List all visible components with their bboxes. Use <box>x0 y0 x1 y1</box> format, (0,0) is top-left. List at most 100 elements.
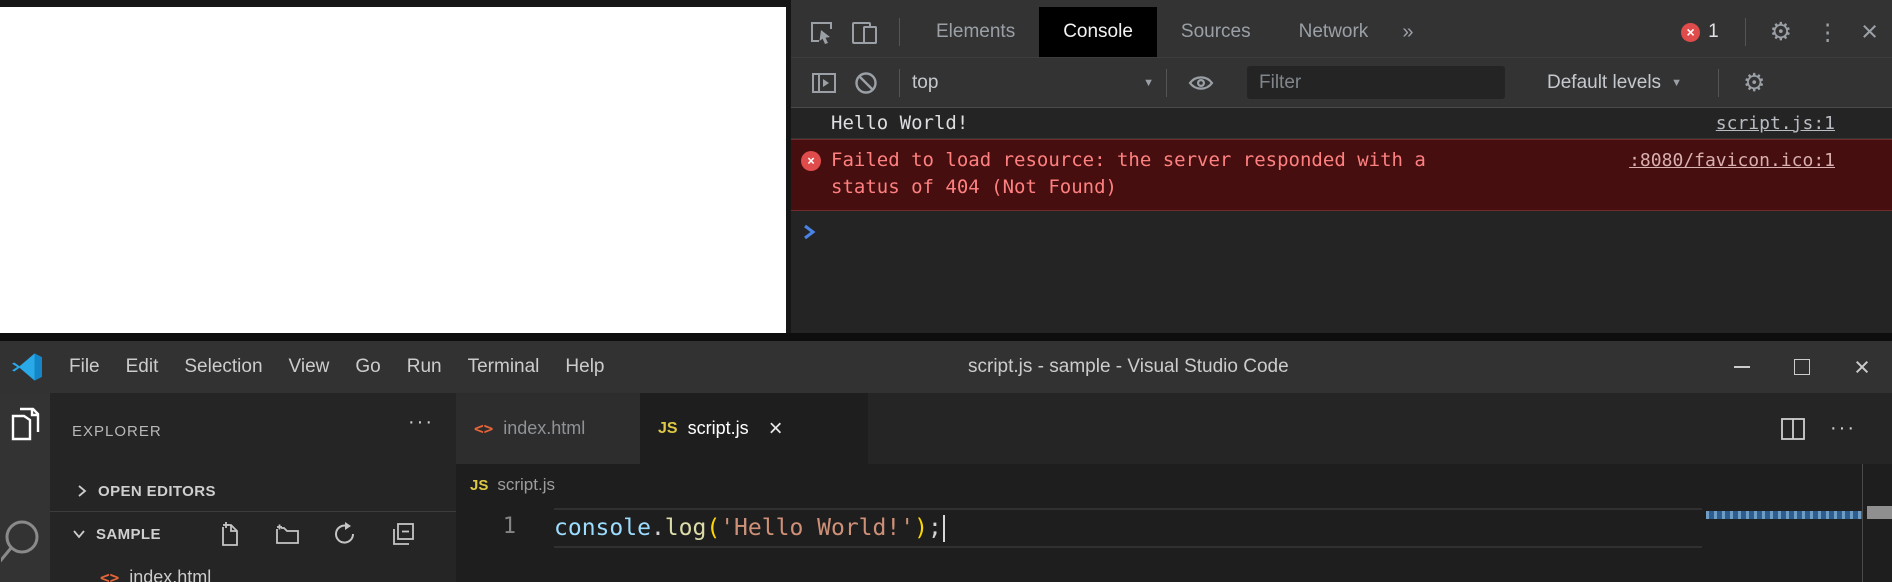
maximize-icon[interactable] <box>1772 341 1832 393</box>
code-editor: JS script.js 1 console.log('Hello World!… <box>456 464 1892 582</box>
console-sidebar-icon[interactable] <box>811 71 837 95</box>
inspect-element-icon[interactable] <box>809 19 835 45</box>
chevron-right-icon <box>76 484 88 498</box>
menu-view[interactable]: View <box>276 341 343 393</box>
editor-actions: ··· <box>1780 393 1892 464</box>
file-item-index-html[interactable]: <> index.html <box>50 557 456 582</box>
window-controls: × <box>1712 341 1892 393</box>
code-line-1[interactable]: console.log('Hello World!'); <box>554 508 1702 548</box>
file-item-label: index.html <box>129 567 211 582</box>
devtools-settings-gear-icon[interactable]: ⚙ <box>1770 17 1792 47</box>
devtools-kebab-menu-icon[interactable]: ⋮ <box>1816 19 1839 46</box>
log-levels-selector[interactable]: Default levels ▼ <box>1547 72 1682 94</box>
refresh-icon[interactable] <box>332 521 358 547</box>
toolbar-divider <box>1718 69 1719 97</box>
devtools-tab-sources[interactable]: Sources <box>1157 7 1275 57</box>
javascript-context-selector[interactable]: top ▼ <box>912 72 1154 94</box>
error-badge-icon: × <box>1681 23 1700 42</box>
tab-script-js[interactable]: JS script.js × <box>640 393 868 464</box>
console-settings-gear-icon[interactable]: ⚙ <box>1743 68 1765 98</box>
menu-bar: File Edit Selection View Go Run Terminal… <box>56 341 618 393</box>
explorer-sidebar: EXPLORER ··· OPEN EDITORS SAMPLE <box>50 393 456 582</box>
vscode-window: File Edit Selection View Go Run Terminal… <box>0 341 1892 582</box>
chevron-down-icon: ▼ <box>1143 77 1154 89</box>
breadcrumb[interactable]: JS script.js <box>456 470 555 500</box>
code-token: . <box>651 515 665 541</box>
console-source-link[interactable]: script.js:1 <box>1716 113 1835 134</box>
menu-go[interactable]: Go <box>342 341 393 393</box>
console-messages-area: Hello World! script.js:1 × Failed to loa… <box>791 108 1892 333</box>
sidebar-title: EXPLORER <box>72 423 162 440</box>
text-cursor <box>943 515 945 542</box>
window-gap <box>0 333 1892 341</box>
menu-help[interactable]: Help <box>552 341 617 393</box>
console-toolbar: top ▼ Default levels ▼ ⚙ <box>791 57 1892 108</box>
console-log-row: Hello World! script.js:1 <box>791 108 1892 139</box>
error-badge-count: 1 <box>1708 21 1719 43</box>
devtools-close-icon[interactable]: × <box>1861 18 1878 47</box>
context-selector-value: top <box>912 72 938 94</box>
vscode-body: EXPLORER ··· OPEN EDITORS SAMPLE <box>0 393 1892 582</box>
toolbar-divider <box>1166 69 1167 97</box>
code-token: ( <box>706 515 720 541</box>
menu-edit[interactable]: Edit <box>113 341 172 393</box>
devtools-tabbar: Elements Console Sources Network » × 1 ⚙… <box>791 7 1892 57</box>
log-levels-value: Default levels <box>1547 72 1661 94</box>
new-folder-icon[interactable] <box>274 521 300 547</box>
editor-more-actions-icon[interactable]: ··· <box>1830 417 1856 440</box>
error-count-badge[interactable]: × 1 <box>1681 21 1719 43</box>
console-error-text: Failed to load resource: the server resp… <box>831 147 1449 201</box>
console-log-text: Hello World! <box>831 112 968 134</box>
line-number: 1 <box>492 514 516 539</box>
menu-selection[interactable]: Selection <box>171 341 275 393</box>
js-file-icon: JS <box>470 477 488 494</box>
minimap[interactable] <box>1706 511 1862 519</box>
tab-close-icon[interactable]: × <box>769 417 783 441</box>
code-token: console <box>554 515 651 541</box>
code-token: 'Hello World!' <box>720 515 914 541</box>
tab-index-html[interactable]: <> index.html <box>456 393 640 464</box>
vscode-titlebar: File Edit Selection View Go Run Terminal… <box>0 341 1892 393</box>
devtools-tab-elements[interactable]: Elements <box>912 7 1039 57</box>
console-prompt[interactable] <box>791 211 1892 241</box>
chevron-down-icon <box>72 528 86 540</box>
chevron-down-icon: ▼ <box>1671 77 1682 89</box>
search-icon[interactable] <box>1 517 45 582</box>
clear-console-icon[interactable] <box>853 70 879 96</box>
console-filter-input[interactable] <box>1247 66 1505 99</box>
devtools-tab-console[interactable]: Console <box>1039 7 1157 57</box>
console-error-row: × Failed to load resource: the server re… <box>791 139 1892 211</box>
section-open-editors[interactable]: OPEN EDITORS <box>50 471 456 512</box>
breadcrumb-file: script.js <box>497 475 555 495</box>
menu-run[interactable]: Run <box>394 341 455 393</box>
code-token: ; <box>928 515 942 541</box>
prompt-chevron-icon <box>801 223 817 241</box>
editor-scrollbar[interactable] <box>1867 506 1892 519</box>
menu-file[interactable]: File <box>56 341 113 393</box>
live-expression-eye-icon[interactable] <box>1187 71 1215 95</box>
window-close-icon[interactable]: × <box>1832 341 1892 393</box>
collapse-all-icon[interactable] <box>390 521 416 547</box>
explorer-actions <box>218 521 456 547</box>
menu-terminal[interactable]: Terminal <box>455 341 553 393</box>
split-editor-icon[interactable] <box>1780 417 1806 441</box>
activity-bar <box>0 393 50 582</box>
code-token: log <box>665 515 707 541</box>
console-error-source-link[interactable]: :8080/favicon.ico:1 <box>1629 147 1835 174</box>
new-file-icon[interactable] <box>218 521 242 547</box>
section-sample-folder[interactable]: SAMPLE <box>50 513 456 555</box>
section-label: SAMPLE <box>96 526 161 543</box>
devtools-tab-network[interactable]: Network <box>1275 7 1393 57</box>
toolbar-divider <box>1745 18 1746 46</box>
more-tabs-icon[interactable]: » <box>1402 21 1413 44</box>
tab-label: index.html <box>503 418 585 439</box>
minimize-icon[interactable] <box>1712 341 1772 393</box>
explorer-files-icon[interactable] <box>10 406 42 442</box>
toolbar-divider <box>899 18 900 46</box>
tab-label: script.js <box>688 418 749 439</box>
screenshot-root: Elements Console Sources Network » × 1 ⚙… <box>0 0 1892 582</box>
sidebar-more-actions-icon[interactable]: ··· <box>408 411 434 434</box>
js-file-icon: JS <box>658 420 678 438</box>
minimap-border <box>1862 464 1863 582</box>
device-toolbar-icon[interactable] <box>851 19 879 45</box>
